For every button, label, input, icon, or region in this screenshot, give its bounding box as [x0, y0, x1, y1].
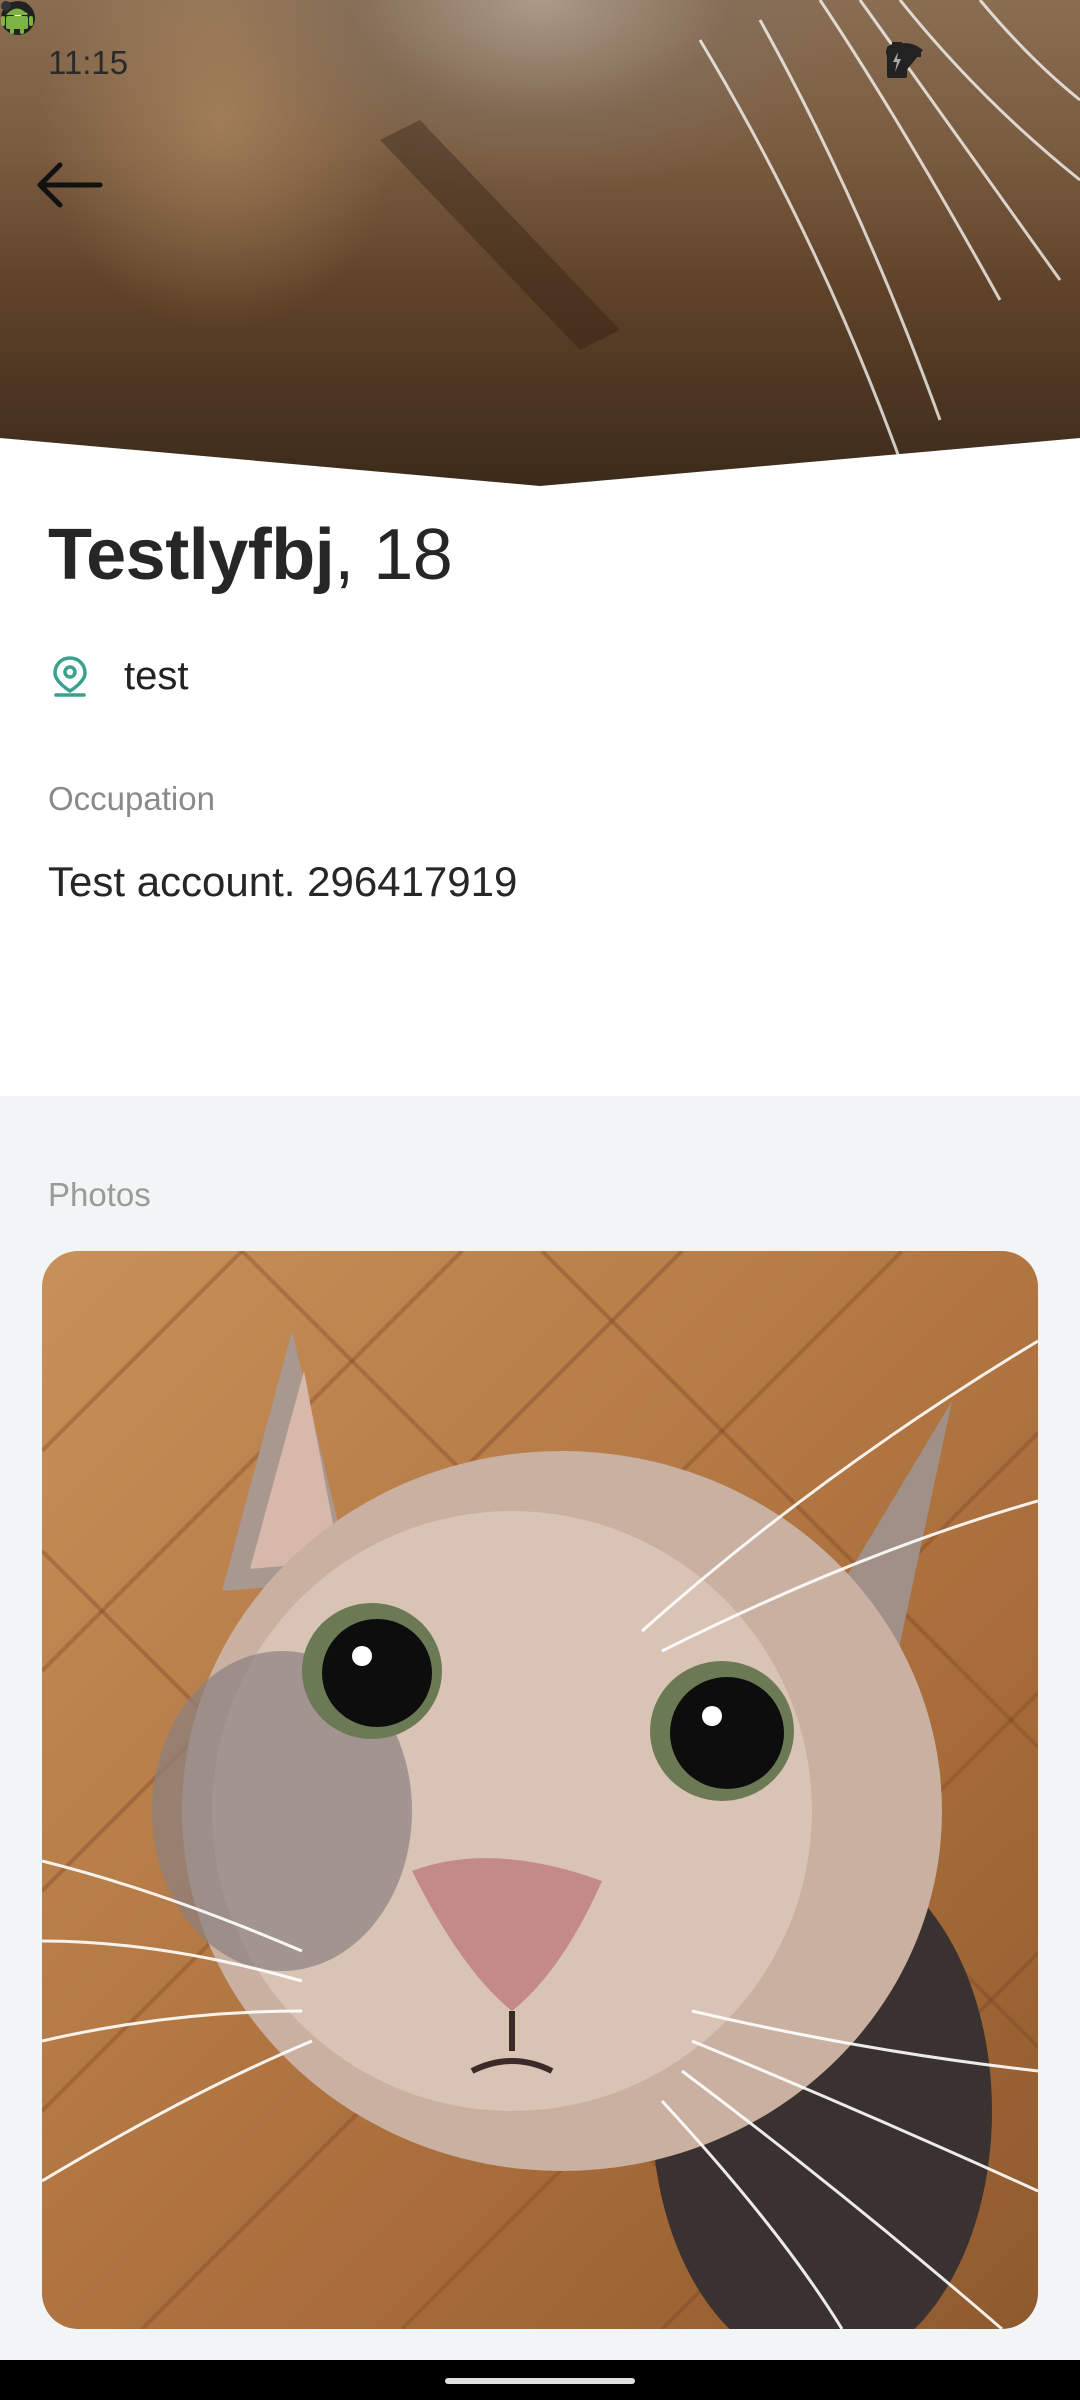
- profile-age: , 18: [334, 515, 453, 595]
- status-bar: 11:15: [0, 0, 1080, 126]
- status-time: 11:15: [48, 44, 129, 81]
- arrow-back-icon: [37, 162, 103, 208]
- photos-section: Photos: [0, 1096, 1080, 2360]
- notification-icon: [3, 2, 264, 80]
- profile-info: Testlyfbj, 18 test Occupation Test accou…: [0, 490, 1080, 1096]
- notification-icon: [3, 2, 200, 80]
- home-gesture-handle[interactable]: [445, 2378, 635, 2384]
- app-icon: [1, 1, 328, 80]
- cat-photo-art: [42, 1251, 1038, 2329]
- profile-name: Testlyfbj: [48, 515, 335, 595]
- back-button[interactable]: [34, 160, 114, 232]
- status-icons-right: [886, 42, 1036, 78]
- location-row: test: [50, 654, 188, 699]
- navigation-bar: [0, 2360, 1080, 2400]
- battery-icon: [887, 42, 1036, 78]
- photos-label: Photos: [48, 1176, 151, 1213]
- location-pin-icon: [53, 655, 87, 697]
- android-icon: [1, 8, 392, 80]
- wifi-icon: [887, 42, 978, 76]
- profile-photo[interactable]: [42, 1251, 1038, 2329]
- occupation-label: Occupation: [48, 780, 215, 817]
- profile-name-age: Testlyfbj, 18: [48, 514, 453, 596]
- profile-screen: 11:15 Testlyfbj, 18 test Occupation Test…: [0, 0, 1080, 2400]
- status-icons-left: [1, 1, 456, 80]
- dot-icon: [1, 1, 456, 80]
- occupation-value: Test account. 296417919: [48, 858, 518, 905]
- location-text: test: [124, 654, 189, 698]
- header-photo: 11:15: [0, 0, 1080, 490]
